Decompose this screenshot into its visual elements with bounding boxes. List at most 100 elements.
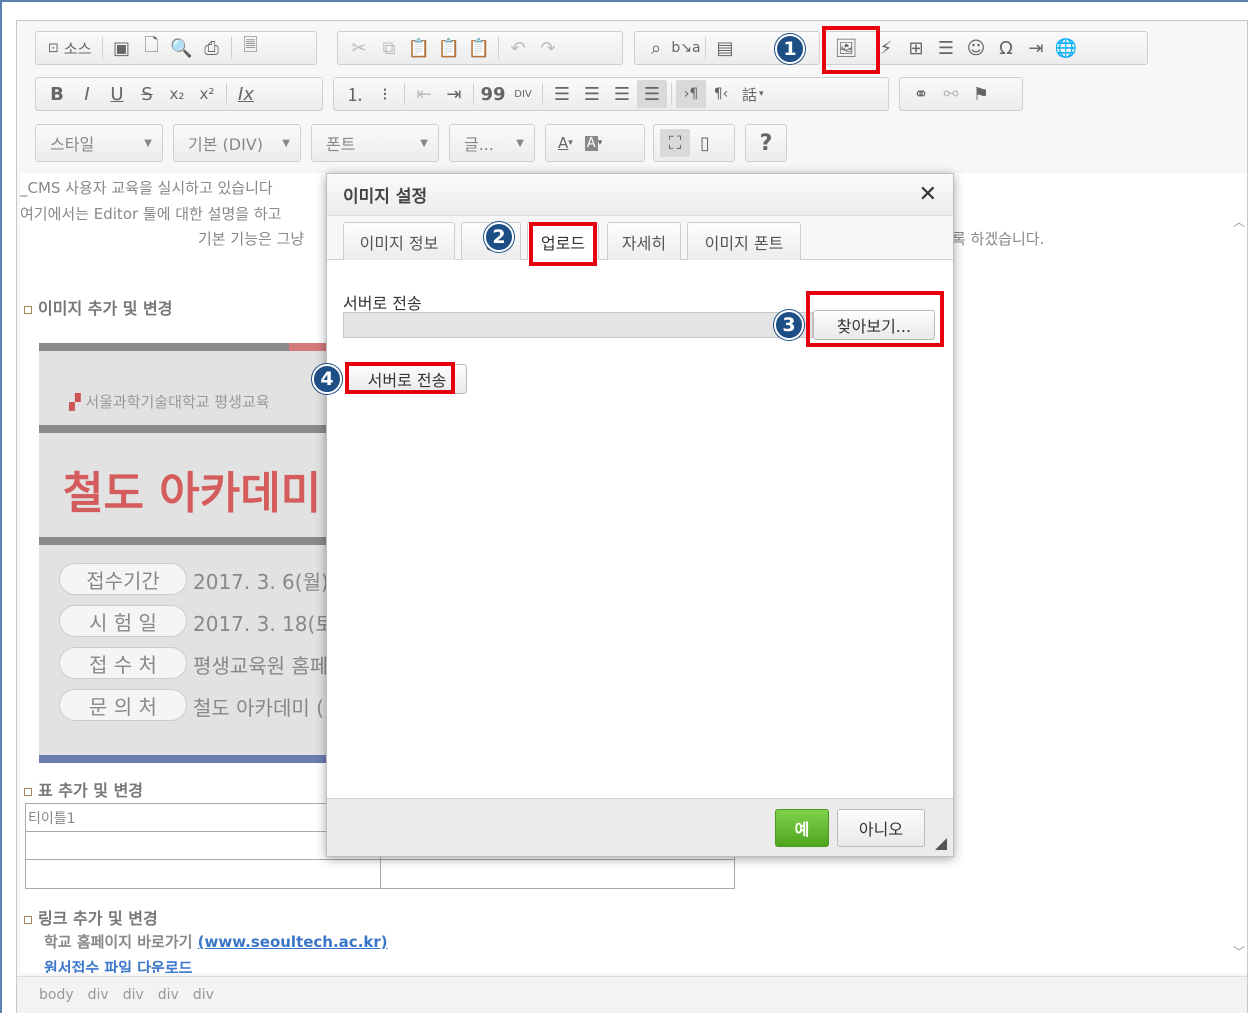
indent-button[interactable]: ⇥	[439, 80, 469, 108]
align-center-button[interactable]: ☰	[577, 80, 607, 108]
step-badge-4: 4	[312, 364, 342, 394]
align-right-button[interactable]: ☰	[607, 80, 637, 108]
ltr-button[interactable]: ›¶	[676, 80, 706, 108]
font-dropdown[interactable]: 폰트 ▼	[311, 124, 439, 162]
flash-button[interactable]: ⚡	[871, 34, 901, 62]
separator	[101, 37, 103, 59]
vertical-scrollbar[interactable]: ︿ ﹀	[1231, 173, 1247, 973]
copy-button[interactable]: ⧉	[374, 34, 404, 62]
print-button[interactable]: ⎙	[197, 34, 227, 62]
close-icon[interactable]: ✕	[919, 182, 937, 207]
replace-button[interactable]: b↘a	[671, 34, 701, 62]
justify-icon: ☰	[643, 83, 661, 105]
iframe-button[interactable]: 🌐	[1051, 34, 1081, 62]
remove-format-button[interactable]: Ix	[231, 80, 261, 108]
chevron-down-icon: ▾	[568, 138, 573, 148]
separator	[498, 37, 499, 59]
homepage-link[interactable]: (www.seoultech.ac.kr)	[198, 933, 388, 951]
background-color-button[interactable]: A ▾	[579, 129, 608, 157]
justify-button[interactable]: ☰	[637, 80, 667, 108]
poster-label-4: 문 의 처	[59, 689, 187, 721]
text-color-button[interactable]: A ▾	[552, 129, 579, 157]
separator	[542, 83, 543, 105]
table-button[interactable]: ⊞	[901, 34, 931, 62]
heading-image: 이미지 추가 및 변경	[24, 295, 172, 319]
dialog-header[interactable]: 이미지 설정 ✕	[327, 174, 953, 216]
paste-word-button[interactable]: 📋	[464, 34, 494, 62]
paste-text-button[interactable]: 📋	[434, 34, 464, 62]
path-item-div[interactable]: div	[123, 987, 144, 1003]
download-link[interactable]: 원서접수 파일 다운로드	[44, 959, 192, 973]
paste-button[interactable]: 📋	[404, 34, 434, 62]
redo-button[interactable]: ↷	[533, 34, 563, 62]
path-item-div[interactable]: div	[158, 987, 179, 1003]
bulleted-list-button[interactable]: ⁝	[370, 80, 400, 108]
file-path-field[interactable]	[343, 312, 813, 338]
save-button[interactable]: ▣	[107, 34, 137, 62]
preview-button[interactable]: 🔍	[167, 34, 197, 62]
smiley-button[interactable]: ☺	[961, 34, 991, 62]
tab-image-font[interactable]: 이미지 폰트	[687, 222, 801, 260]
links-toolbar-group: ⚭ ⚯ ⚑	[899, 77, 1023, 111]
flash-icon: ⚡	[879, 37, 893, 59]
paste-icon: 📋	[407, 37, 431, 59]
scroll-up-icon[interactable]: ︿	[1233, 213, 1245, 230]
homepage-link-line: 학교 홈페이지 바로가기 (www.seoultech.ac.kr)	[44, 933, 388, 951]
underline-button[interactable]: U	[102, 80, 132, 108]
outdent-button[interactable]: ⇤	[409, 80, 439, 108]
browse-button[interactable]: 찾아보기...	[813, 310, 935, 340]
templates-button[interactable]: 🗏	[236, 34, 266, 62]
element-path-bar: body div div div div	[17, 976, 1247, 1013]
italic-button[interactable]: I	[72, 80, 102, 108]
select-all-button[interactable]: ▤	[710, 34, 740, 62]
font-size-dropdown[interactable]: 글... ▼	[449, 124, 535, 162]
poster-value-2: 2017. 3. 18(토)	[193, 612, 339, 636]
ok-button[interactable]: 예	[775, 809, 829, 847]
link-button[interactable]: ⚭	[906, 80, 936, 108]
show-blocks-button[interactable]: ▯	[690, 129, 720, 157]
bold-button[interactable]: B	[42, 80, 72, 108]
dialog-title: 이미지 설정	[343, 187, 428, 207]
cut-icon: ✂	[351, 37, 367, 59]
cut-button[interactable]: ✂	[344, 34, 374, 62]
blockquote-button[interactable]: 99	[478, 80, 508, 108]
image-button[interactable]: 🖼	[831, 34, 861, 62]
undo-button[interactable]: ↶	[503, 34, 533, 62]
indent-icon: ⇥	[446, 83, 462, 105]
chevron-down-icon: ▼	[144, 137, 152, 149]
div-container-button[interactable]: DIV	[508, 80, 538, 108]
poster-image[interactable]: ▞ 서울과학기술대학교 평생교육 철도 아카데미 이 접수기간 2017. 3.…	[39, 343, 339, 763]
horizontal-rule-button[interactable]: ☰	[931, 34, 961, 62]
path-item-div[interactable]: div	[193, 987, 214, 1003]
format-dropdown[interactable]: 기본 (DIV) ▼	[173, 124, 301, 162]
strikethrough-button[interactable]: S	[132, 80, 162, 108]
chevron-down-icon: ▾	[759, 89, 764, 99]
source-button[interactable]: ⊡ 소스	[42, 34, 98, 62]
scroll-down-icon[interactable]: ﹀	[1233, 943, 1245, 960]
content-line-3-right: 록 하겠습니다.	[952, 230, 1045, 248]
find-button[interactable]: ⌕	[641, 34, 671, 62]
tab-advanced[interactable]: 자세히	[607, 222, 681, 260]
page-break-button[interactable]: ⇥	[1021, 34, 1051, 62]
tab-upload[interactable]: 업로드	[527, 222, 599, 261]
special-char-button[interactable]: Ω	[991, 34, 1021, 62]
subscript-button[interactable]: x₂	[162, 80, 192, 108]
send-to-server-button[interactable]: 서버로 전송	[347, 364, 467, 394]
resize-grip-icon[interactable]	[935, 838, 947, 850]
numbered-list-button[interactable]: ⒈	[340, 80, 370, 108]
cancel-button[interactable]: 아니오	[837, 809, 925, 847]
rtl-button[interactable]: ¶‹	[706, 80, 736, 108]
align-left-button[interactable]: ☰	[547, 80, 577, 108]
maximize-button[interactable]: ⛶	[660, 129, 690, 157]
superscript-button[interactable]: x²	[192, 80, 222, 108]
help-button[interactable]: ?	[752, 129, 780, 157]
new-page-button[interactable]: 🗋	[137, 34, 167, 62]
align-right-icon: ☰	[613, 83, 631, 105]
style-dropdown[interactable]: 스타일 ▼	[35, 124, 163, 162]
anchor-button[interactable]: ⚑	[966, 80, 996, 108]
tab-image-info[interactable]: 이미지 정보	[343, 222, 455, 260]
unlink-button[interactable]: ⚯	[936, 80, 966, 108]
path-item-body[interactable]: body	[39, 987, 74, 1003]
path-item-div[interactable]: div	[88, 987, 109, 1003]
language-button[interactable]: 話 ▾	[736, 80, 770, 108]
